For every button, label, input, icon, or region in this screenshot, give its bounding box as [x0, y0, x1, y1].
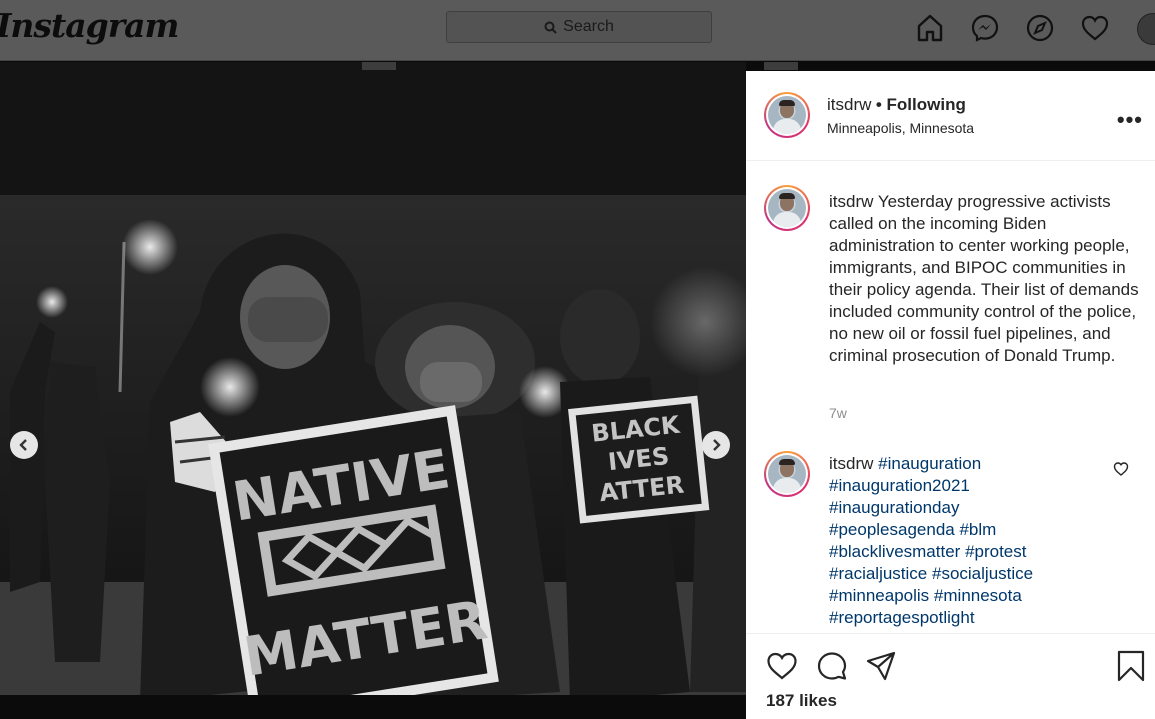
hashtag-link[interactable]: #socialjustice	[932, 564, 1033, 583]
instagram-logo[interactable]: Instagram	[0, 6, 179, 45]
protest-photo-image: NATIVE MATTER BLACK IVES ATTER	[0, 62, 746, 718]
hashtag-link[interactable]: #inauguration	[878, 454, 981, 473]
author-avatar[interactable]	[764, 92, 810, 138]
comments-section: itsdrw Yesterday progressive activists c…	[746, 161, 1155, 634]
search-placeholder: Search	[563, 18, 614, 35]
save-bookmark-icon[interactable]	[1115, 650, 1147, 682]
hashtag-link[interactable]: #reportagespotlight	[829, 608, 975, 627]
post-header: itsdrw • Following Minneapolis, Minnesot…	[746, 71, 1155, 161]
activity-heart-icon[interactable]	[1080, 13, 1110, 43]
profile-avatar[interactable]	[1137, 13, 1155, 45]
like-heart-icon[interactable]	[766, 650, 798, 682]
likes-count[interactable]: 187 likes	[766, 691, 837, 711]
chevron-left-icon	[19, 439, 27, 451]
post-photo[interactable]: NATIVE MATTER BLACK IVES ATTER	[0, 62, 746, 718]
comment-avatar[interactable]	[764, 451, 810, 497]
search-input[interactable]: Search	[446, 11, 712, 43]
hashtag-link[interactable]: #blm	[959, 520, 996, 539]
search-icon	[544, 21, 557, 34]
explore-icon[interactable]	[1025, 13, 1055, 43]
following-status[interactable]: • Following	[876, 95, 966, 114]
post-details-panel: itsdrw • Following Minneapolis, Minnesot…	[746, 71, 1155, 719]
hashtag-comment: itsdrw #inauguration #inauguration2021 #…	[829, 453, 1089, 629]
comment-icon[interactable]	[816, 650, 848, 682]
overlay-marker	[764, 62, 798, 70]
share-send-icon[interactable]	[865, 650, 897, 682]
hashtag-link[interactable]: #racialjustice	[829, 564, 927, 583]
hashtag-link[interactable]: #minnesota	[934, 586, 1022, 605]
top-navigation: Instagram Search	[0, 0, 1155, 61]
comment-username[interactable]: itsdrw	[829, 454, 873, 473]
post-caption: itsdrw Yesterday progressive activists c…	[829, 191, 1139, 367]
home-icon[interactable]	[915, 13, 945, 43]
caption-username[interactable]: itsdrw	[829, 192, 873, 211]
overlay-marker	[362, 62, 396, 70]
caption-timestamp[interactable]: 7w	[829, 405, 847, 421]
hashtag-link[interactable]: #inaugurationday	[829, 498, 959, 517]
previous-photo-button[interactable]	[10, 431, 38, 459]
chevron-right-icon	[713, 439, 721, 451]
hashtag-link[interactable]: #protest	[965, 542, 1026, 561]
caption-text: Yesterday progressive activists called o…	[829, 192, 1139, 365]
more-options-icon[interactable]: •••	[1117, 107, 1143, 133]
hashtag-link[interactable]: #peoplesagenda	[829, 520, 955, 539]
post-location[interactable]: Minneapolis, Minnesota	[827, 120, 974, 136]
author-username[interactable]: itsdrw	[827, 95, 871, 114]
hashtag-link[interactable]: #minneapolis	[829, 586, 929, 605]
post-actions-bar: 187 likes	[746, 633, 1155, 719]
messenger-icon[interactable]	[970, 13, 1000, 43]
hashtag-link[interactable]: #blacklivesmatter	[829, 542, 960, 561]
like-comment-heart-icon[interactable]	[1113, 461, 1129, 477]
hashtag-link[interactable]: #inauguration2021	[829, 476, 970, 495]
next-photo-button[interactable]	[702, 431, 730, 459]
caption-avatar[interactable]	[764, 185, 810, 231]
